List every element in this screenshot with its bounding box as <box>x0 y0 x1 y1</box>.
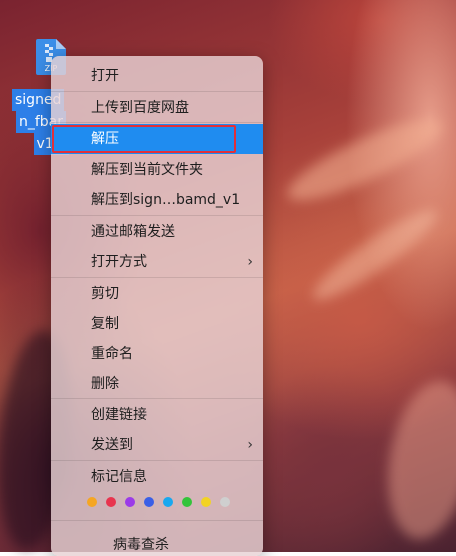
menu-item[interactable]: 上传到百度网盘 <box>51 93 263 123</box>
menu-item-label: 病毒查杀 <box>113 537 169 553</box>
menu-item-label: 复制 <box>91 316 119 332</box>
menu-separator <box>51 277 263 278</box>
selection-highlight-box <box>52 125 236 153</box>
wallpaper-highlight <box>376 374 456 546</box>
menu-item[interactable]: 解压到sign…bamd_v1 <box>51 185 263 215</box>
menu-item[interactable]: 病毒查杀 <box>51 530 263 556</box>
menu-item[interactable]: 发送到 › <box>51 430 263 460</box>
tag-color-dot[interactable] <box>182 497 192 507</box>
wallpaper-highlight <box>304 199 446 311</box>
menu-item[interactable]: 标记信息 <box>51 462 263 492</box>
menu-item-label: 打开方式 <box>91 254 147 270</box>
menu-item[interactable]: 创建链接 <box>51 400 263 430</box>
menu-item-label: 上传到百度网盘 <box>91 100 189 116</box>
menu-separator <box>51 520 263 521</box>
menu-item-label: 解压到当前文件夹 <box>91 162 203 178</box>
menu-item-label: 通过邮箱发送 <box>91 224 175 240</box>
menu-item[interactable]: 打开 <box>51 61 263 91</box>
tag-color-dot[interactable] <box>144 497 154 507</box>
chevron-right-icon: › <box>247 437 253 453</box>
menu-separator <box>51 215 263 216</box>
tag-color-dot[interactable] <box>220 497 230 507</box>
tag-color-dot[interactable] <box>125 497 135 507</box>
menu-separator <box>51 460 263 461</box>
menu-item[interactable]: 通过邮箱发送 <box>51 217 263 247</box>
menu-item-label: 发送到 <box>91 437 133 453</box>
menu-item[interactable]: 剪切 <box>51 279 263 309</box>
menu-separator <box>51 91 263 92</box>
menu-item[interactable]: 打开方式 › <box>51 247 263 277</box>
wallpaper-highlight <box>279 105 451 215</box>
menu-item-label: 打开 <box>91 68 119 84</box>
menu-item[interactable]: 复制 <box>51 309 263 339</box>
tag-color-dot[interactable] <box>106 497 116 507</box>
menu-item-label: 剪切 <box>91 286 119 302</box>
menu-item-label: 删除 <box>91 376 119 392</box>
tag-color-dot[interactable] <box>201 497 211 507</box>
tag-color-dot[interactable] <box>163 497 173 507</box>
tag-color-dot[interactable] <box>87 497 97 507</box>
menu-item-label: 重命名 <box>91 346 133 362</box>
menu-item[interactable]: 解压到当前文件夹 <box>51 155 263 185</box>
menu-item-label: 解压到sign…bamd_v1 <box>91 192 241 208</box>
menu-item-label: 标记信息 <box>91 469 147 485</box>
menu-item[interactable]: 删除 <box>51 369 263 399</box>
chevron-right-icon: › <box>247 254 253 270</box>
menu-item-label: 创建链接 <box>91 407 147 423</box>
menu-item[interactable]: 重命名 <box>51 339 263 369</box>
